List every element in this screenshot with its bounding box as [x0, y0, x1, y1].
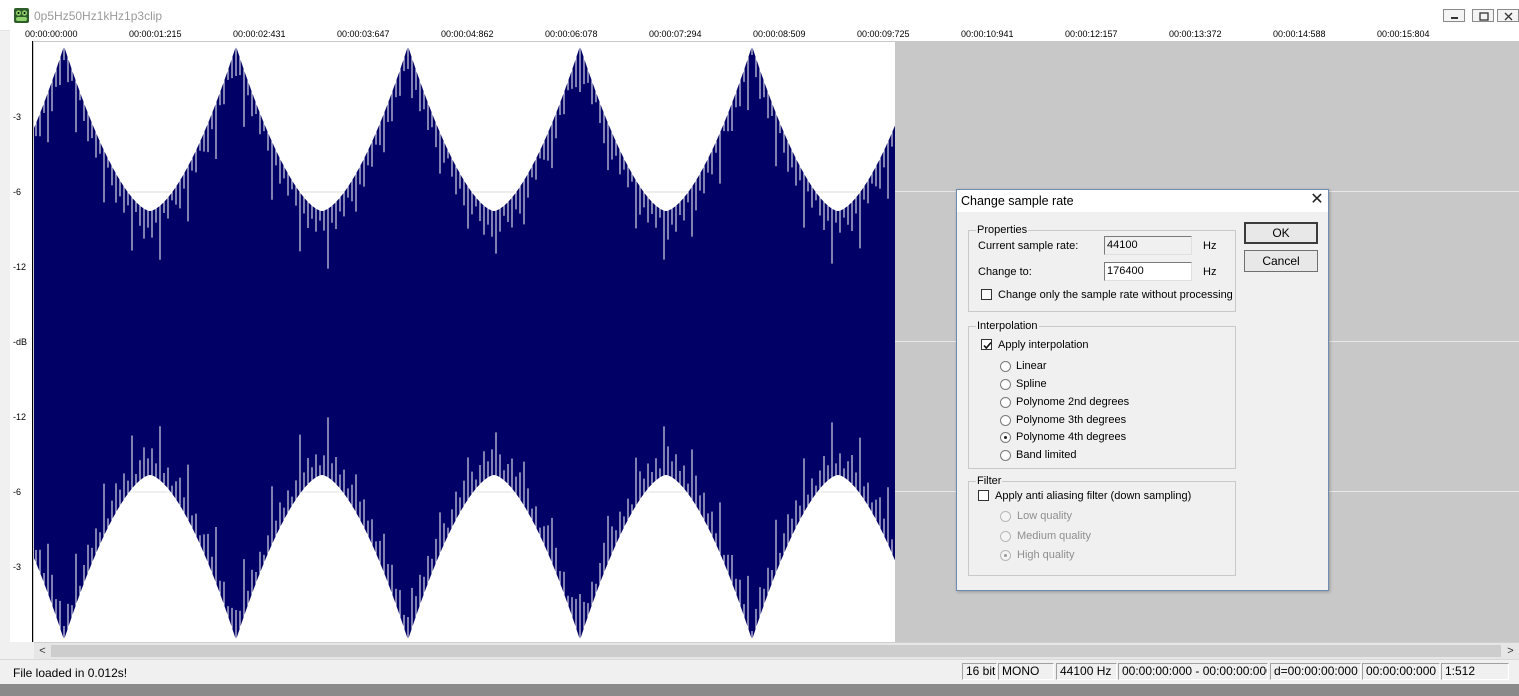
taskbar-strip [0, 684, 1519, 696]
close-button[interactable] [1497, 9, 1519, 22]
apply-interpolation-label[interactable]: Apply interpolation [998, 339, 1089, 351]
db-label: -6 [13, 487, 22, 497]
ruler-time-label: 00:00:01:215 [129, 29, 182, 39]
ruler-time-label: 00:00:12:157 [1065, 29, 1118, 39]
ruler-time-label: 00:00:03:647 [337, 29, 390, 39]
option-polynome-3th-label[interactable]: Polynome 3th degrees [1016, 414, 1126, 426]
status-zoom: 1:512 [1441, 663, 1509, 680]
dialog-title: Change sample rate [961, 194, 1074, 208]
only-rate-checkbox[interactable] [981, 289, 992, 300]
option-linear-label[interactable]: Linear [1016, 360, 1047, 372]
option-polynome-4th-label[interactable]: Polynome 4th degrees [1016, 431, 1126, 443]
change-to-unit: Hz [1203, 266, 1217, 278]
radio-polynome-3th[interactable] [1000, 415, 1011, 426]
db-label: -12 [13, 262, 27, 272]
minimize-button[interactable] [1443, 9, 1465, 22]
window-title: 0p5Hz50Hz1kHz1p3clip [34, 9, 163, 23]
option-polynome-2nd-label[interactable]: Polynome 2nd degrees [1016, 396, 1129, 408]
interpolation-legend: Interpolation [976, 320, 1039, 332]
dialog-titlebar: Change sample rate ✕ [957, 190, 1328, 212]
db-label: -6 [13, 187, 22, 197]
app-frog-icon[interactable] [14, 8, 29, 23]
ruler-time-label: 00:00:00:000 [25, 29, 78, 39]
change-sample-rate-dialog: Change sample rate ✕ Properties Current … [956, 189, 1329, 591]
ok-button[interactable]: OK [1244, 222, 1318, 244]
anti-aliasing-checkbox[interactable] [978, 490, 989, 501]
radio-polynome-4th[interactable] [1000, 432, 1011, 443]
db-scale: -3 -6 -12 -dB -12 -6 -3 [10, 41, 33, 642]
ruler-time-label: 00:00:07:294 [649, 29, 702, 39]
ruler-time-label: 00:00:08:509 [753, 29, 806, 39]
status-selection: 00:00:00:000 - 00:00:00:000 [1118, 663, 1268, 680]
change-to-label: Change to: [978, 266, 1032, 278]
option-high-quality-label[interactable]: High quality [1017, 549, 1074, 561]
horizontal-scrollbar[interactable]: < > [34, 642, 1519, 659]
ruler-time-label: 00:00:13:372 [1169, 29, 1222, 39]
status-sample-rate: 44100 Hz [1056, 663, 1117, 680]
status-message: File loaded in 0.012s! [13, 666, 128, 680]
radio-band-limited[interactable] [1000, 450, 1011, 461]
window-titlebar: 0p5Hz50Hz1kHz1p3clip [0, 0, 1519, 31]
waveform [34, 42, 895, 642]
ruler-time-label: 00:00:14:588 [1273, 29, 1326, 39]
radio-polynome-2nd[interactable] [1000, 397, 1011, 408]
filter-legend: Filter [976, 475, 1003, 487]
scroll-left-icon[interactable]: < [34, 643, 51, 659]
apply-interpolation-checkbox[interactable] [981, 339, 992, 350]
anti-aliasing-label[interactable]: Apply anti aliasing filter (down samplin… [995, 490, 1191, 502]
db-label: -12 [13, 412, 27, 422]
ruler-time-label: 00:00:06:078 [545, 29, 598, 39]
radio-spline[interactable] [1000, 379, 1011, 390]
option-spline-label[interactable]: Spline [1016, 378, 1047, 390]
properties-group: Properties Current sample rate: 44100 Hz… [968, 224, 1236, 312]
db-label: -3 [13, 112, 22, 122]
status-bar: File loaded in 0.012s! 16 bit MONO 44100… [0, 659, 1519, 685]
status-position: 00:00:00:000 [1362, 663, 1440, 680]
status-bit-depth: 16 bit [962, 663, 997, 680]
current-rate-unit: Hz [1203, 240, 1217, 252]
scroll-right-icon[interactable]: > [1502, 643, 1519, 659]
only-rate-label[interactable]: Change only the sample rate without proc… [998, 289, 1233, 301]
option-band-limited-label[interactable]: Band limited [1016, 449, 1077, 461]
filter-group: Filter Apply anti aliasing filter (down … [968, 475, 1236, 576]
ruler-time-label: 00:00:10:941 [961, 29, 1014, 39]
scroll-thumb[interactable] [51, 645, 1501, 657]
ruler-time-label: 00:00:15:804 [1377, 29, 1430, 39]
radio-low-quality[interactable] [1000, 511, 1011, 522]
ruler-time-label: 00:00:04:862 [441, 29, 494, 39]
change-to-field[interactable]: 176400 [1104, 262, 1192, 281]
option-low-quality-label[interactable]: Low quality [1017, 510, 1072, 522]
radio-medium-quality[interactable] [1000, 531, 1011, 542]
cancel-button[interactable]: Cancel [1244, 250, 1318, 272]
current-rate-field: 44100 [1104, 236, 1192, 255]
ruler-time-label: 00:00:02:431 [233, 29, 286, 39]
ruler-time-label: 00:00:09:725 [857, 29, 910, 39]
current-rate-label: Current sample rate: [978, 240, 1079, 252]
waveform-view[interactable] [34, 42, 895, 642]
status-channels: MONO [998, 663, 1054, 680]
db-label: -dB [13, 337, 28, 347]
dialog-close-icon[interactable]: ✕ [1307, 190, 1327, 210]
radio-high-quality[interactable] [1000, 550, 1011, 561]
option-medium-quality-label[interactable]: Medium quality [1017, 530, 1091, 542]
status-duration: d=00:00:00:000 [1270, 663, 1361, 680]
interpolation-group: Interpolation Apply interpolation Linear… [968, 320, 1236, 469]
db-label: -3 [13, 562, 22, 572]
properties-legend: Properties [976, 224, 1029, 236]
maximize-button[interactable] [1472, 9, 1494, 22]
radio-linear[interactable] [1000, 361, 1011, 372]
